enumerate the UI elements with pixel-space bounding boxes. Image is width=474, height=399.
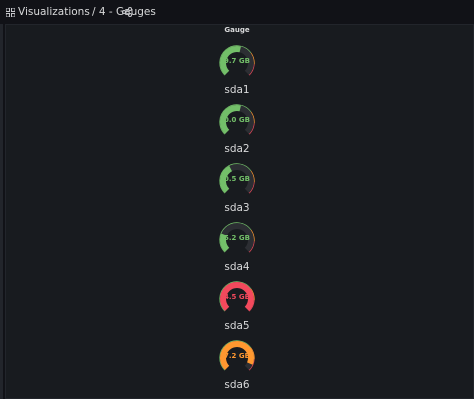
- share-icon[interactable]: [122, 7, 132, 17]
- gauge-value: 0.0 GB: [224, 116, 250, 124]
- gauge-value: 0.5 GB: [224, 175, 250, 183]
- gauge-sda5: 4.5 GB: [218, 280, 256, 312]
- gauge-label-sda4: sda4: [224, 261, 250, 273]
- gauge-value: 7.2 GB: [224, 352, 250, 360]
- gauge-sda3: 0.5 GB: [218, 162, 256, 194]
- gauge-label-sda3: sda3: [224, 202, 250, 214]
- gauge-sda2: 0.0 GB: [218, 103, 256, 135]
- gauge-label-sda6: sda6: [224, 379, 250, 391]
- gauge-value: 9.7 GB: [224, 57, 250, 65]
- gauge-sda4: 5.2 GB: [218, 221, 256, 253]
- gauge-sda6: 7.2 GB: [218, 339, 256, 371]
- panel-title[interactable]: Gauge: [0, 25, 474, 35]
- gauge-label-sda5: sda5: [224, 320, 250, 332]
- gauge-sda1: 9.7 GB: [218, 44, 256, 76]
- gauge-value: 5.2 GB: [224, 234, 250, 242]
- top-bar: Visualizations / 4 - Gauges: [0, 0, 474, 24]
- gauge-label-sda1: sda1: [224, 84, 250, 96]
- apps-grid-icon[interactable]: [6, 8, 15, 17]
- gauge-label-sda2: sda2: [224, 143, 250, 155]
- gauge-value: 4.5 GB: [224, 293, 250, 301]
- breadcrumb-visualizations[interactable]: Visualizations: [18, 5, 90, 19]
